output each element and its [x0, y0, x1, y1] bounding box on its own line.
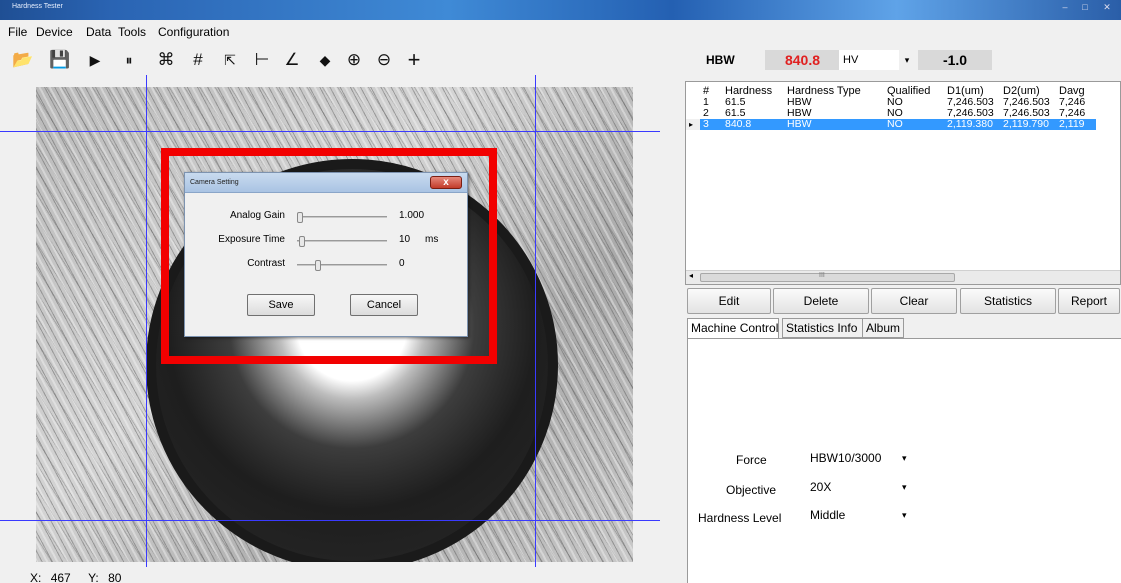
crosshair-line-right[interactable] — [535, 75, 536, 567]
contrast-value: 0 — [399, 258, 405, 269]
auto-measure-icon[interactable]: ⌘ — [154, 47, 178, 73]
table-row-selected[interactable]: ▸ 3 840.8 HBW NO 2,119.380 2,119.790 2,1… — [686, 119, 1096, 130]
cell-hardness: 840.8 — [722, 119, 784, 130]
exposure-time-row: Exposure Time 10 ms — [185, 233, 469, 249]
dialog-title: Camera Setting — [190, 179, 239, 186]
grid-icon[interactable]: # — [186, 47, 210, 73]
results-table[interactable]: # Hardness Hardness Type Qualified D1(um… — [685, 81, 1121, 285]
toolbar: 📂 💾 ▶ ⏸ ⌘ # ⇱ ⊢ ∠ ◆ ⊕ ⊖ + — [0, 47, 690, 75]
crosshair-line-bottom[interactable] — [0, 520, 660, 521]
select-arrow-icon[interactable]: ⇱ — [218, 47, 242, 73]
menu-tools[interactable]: Tools — [118, 25, 146, 39]
exposure-time-value: 10 — [399, 234, 411, 245]
window-title: Hardness Tester — [12, 3, 63, 10]
tab-album[interactable]: Album — [862, 318, 904, 338]
cell-d1: 2,119.380 — [944, 119, 1000, 130]
contrast-row: Contrast 0 — [185, 257, 469, 273]
scroll-left-icon[interactable]: ◂ — [689, 271, 693, 280]
x-value: 467 — [50, 571, 71, 583]
scrollbar-thumb[interactable]: III — [700, 272, 955, 282]
dialog-close-button[interactable]: x — [430, 176, 462, 189]
row-indicator — [686, 108, 700, 119]
chevron-down-icon[interactable]: ▾ — [898, 50, 916, 70]
objective-select[interactable]: 20X — [806, 477, 896, 497]
chevron-down-icon[interactable]: ▾ — [902, 453, 907, 464]
cursor-coordinates: X: 467 Y: 80 — [30, 571, 121, 583]
y-label: Y: — [88, 571, 99, 583]
analog-gain-value: 1.000 — [399, 210, 425, 221]
clear-button[interactable]: Clear — [871, 288, 957, 314]
chevron-down-icon[interactable]: ▾ — [902, 482, 907, 493]
exposure-time-unit: ms — [425, 234, 439, 245]
menu-device[interactable]: Device — [36, 25, 73, 39]
contrast-label: Contrast — [247, 258, 285, 269]
analog-gain-slider[interactable] — [297, 212, 387, 223]
menu-data[interactable]: Data — [86, 25, 111, 39]
minimize-button[interactable]: – — [1058, 2, 1072, 14]
delete-button[interactable]: Delete — [773, 288, 869, 314]
converted-value: -1.0 — [918, 50, 992, 70]
tab-statistics-info[interactable]: Statistics Info — [782, 318, 863, 338]
y-value: 80 — [108, 571, 122, 583]
hardness-value: 840.8 — [765, 50, 840, 70]
open-folder-icon[interactable]: 📂 — [11, 47, 35, 73]
objective-label: Objective — [726, 483, 777, 497]
contrast-thumb[interactable] — [315, 260, 321, 271]
statistics-button[interactable]: Statistics — [960, 288, 1056, 314]
contrast-slider[interactable] — [297, 260, 387, 271]
analog-gain-row: Analog Gain 1.000 — [185, 209, 469, 225]
edit-button[interactable]: Edit — [687, 288, 771, 314]
crosshair-line-left[interactable] — [146, 75, 147, 567]
crosshair-line-top[interactable] — [0, 131, 660, 132]
maximize-button[interactable]: □ — [1078, 2, 1092, 14]
pause-icon[interactable]: ⏸ — [117, 47, 141, 73]
hardness-tester-window: Hardness Tester – □ ✕ File Device Data T… — [0, 0, 1121, 583]
cell-type: HBW — [784, 119, 884, 130]
cell-d2: 2,119.790 — [1000, 119, 1056, 130]
cell-davg: 2,119 — [1056, 119, 1096, 130]
cell-index: 3 — [700, 119, 722, 130]
exposure-time-label: Exposure Time — [218, 234, 285, 245]
line-measure-icon[interactable]: ⊢ — [250, 47, 274, 73]
convert-scale-select[interactable]: HV — [839, 50, 899, 70]
menu-bar: File Device Data Tools Configuration — [0, 21, 1121, 43]
menu-configuration[interactable]: Configuration — [158, 25, 229, 39]
hardness-level-select[interactable]: Middle — [806, 505, 896, 525]
force-label: Force — [736, 453, 767, 467]
x-label: X: — [30, 571, 42, 583]
play-icon[interactable]: ▶ — [83, 47, 107, 73]
title-bar: Hardness Tester – □ ✕ — [0, 0, 1121, 20]
col-arrow — [686, 84, 700, 97]
horizontal-scrollbar[interactable]: ◂ III — [686, 270, 1120, 284]
report-button[interactable]: Report — [1058, 288, 1120, 314]
cell-qualified: NO — [884, 119, 944, 130]
hardness-level-label: Hardness Level — [698, 511, 782, 525]
close-window-button[interactable]: ✕ — [1100, 2, 1114, 14]
scroll-grip: III — [819, 272, 825, 279]
machine-control-panel: Force HBW10/3000 ▾ Objective 20X ▾ Hardn… — [687, 338, 1121, 583]
exposure-time-thumb[interactable] — [299, 236, 305, 247]
zoom-in-icon[interactable]: ⊕ — [342, 47, 366, 73]
hardness-scale-label: HBW — [706, 53, 735, 67]
camera-setting-dialog: Camera Setting x Analog Gain 1.000 Expos… — [184, 172, 468, 337]
analog-gain-thumb[interactable] — [297, 212, 303, 223]
save-button[interactable]: Save — [247, 294, 315, 316]
menu-file[interactable]: File — [8, 25, 27, 39]
tab-machine-control[interactable]: Machine Control — [687, 318, 779, 339]
crosshair-icon[interactable]: + — [402, 47, 426, 73]
zoom-out-icon[interactable]: ⊖ — [372, 47, 396, 73]
save-icon[interactable]: 💾 — [48, 47, 72, 73]
row-pointer-icon: ▸ — [686, 119, 700, 130]
dialog-title-bar: Camera Setting x — [185, 173, 467, 193]
chevron-down-icon[interactable]: ▾ — [902, 510, 907, 521]
cancel-button[interactable]: Cancel — [350, 294, 418, 316]
eraser-icon[interactable]: ◆ — [313, 47, 337, 73]
results-grid: # Hardness Hardness Type Qualified D1(um… — [686, 84, 1096, 130]
exposure-time-slider[interactable] — [297, 236, 387, 247]
analog-gain-label: Analog Gain — [229, 210, 285, 221]
angle-icon[interactable]: ∠ — [280, 47, 304, 73]
row-indicator — [686, 97, 700, 108]
force-select[interactable]: HBW10/3000 — [806, 448, 896, 468]
